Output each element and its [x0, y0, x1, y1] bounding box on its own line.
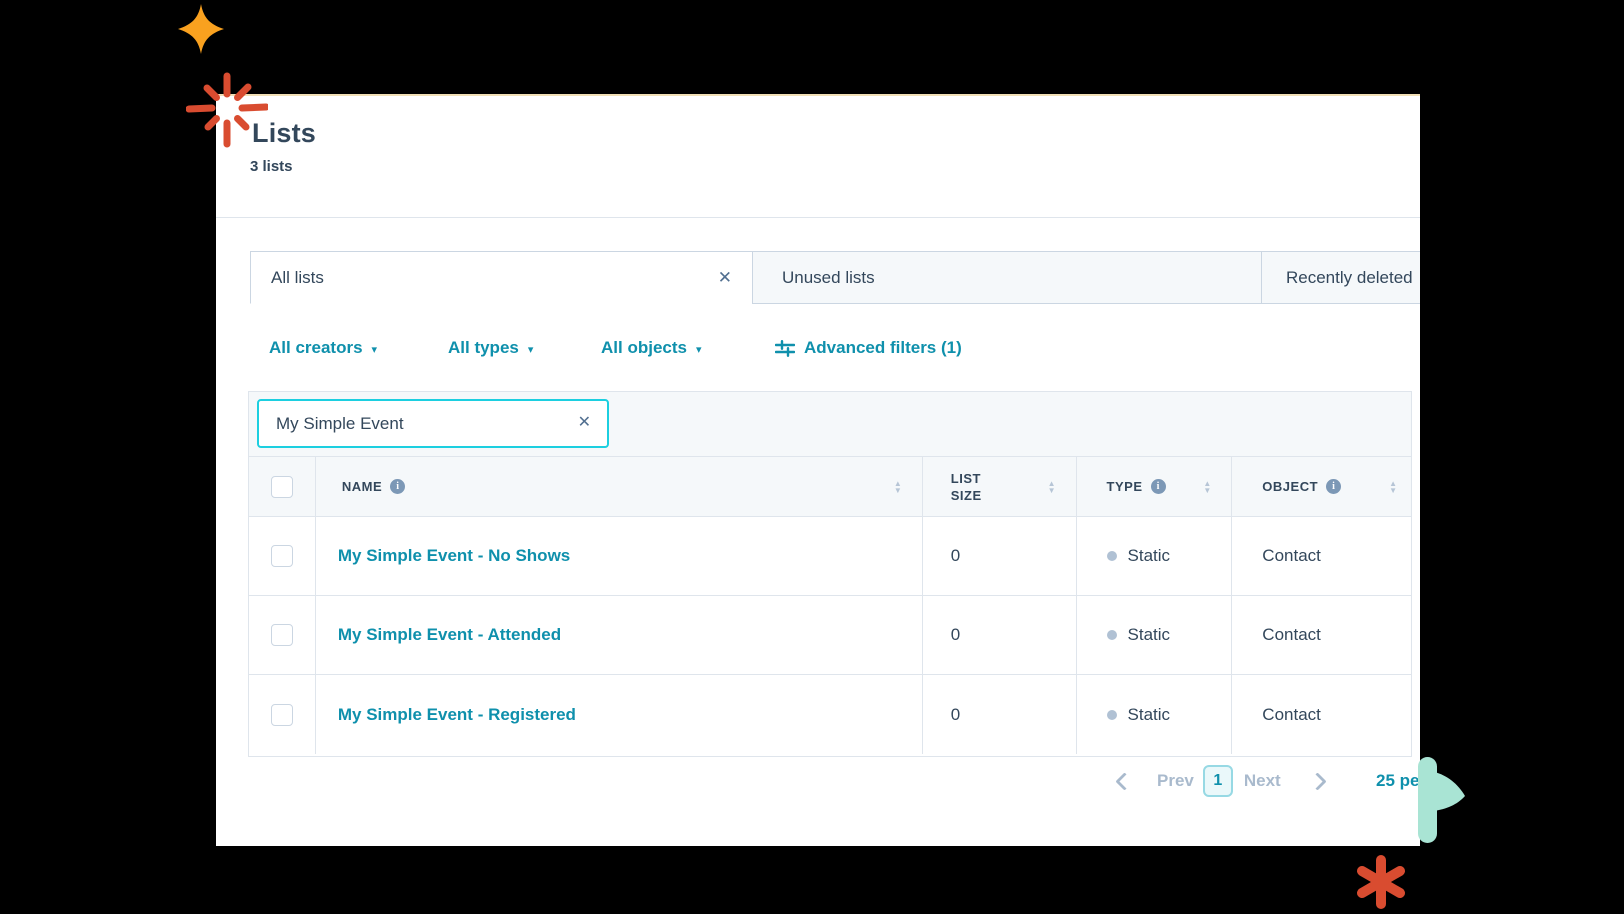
cursor-shape-icon — [1418, 757, 1465, 843]
row-checkbox[interactable] — [270, 545, 293, 567]
next-button[interactable]: Next — [1244, 771, 1281, 791]
chevron-down-icon: ▾ — [527, 343, 534, 356]
list-count: 3 lists — [250, 158, 293, 175]
list-name-link[interactable]: My Simple Event - Attended — [338, 625, 561, 645]
row-checkbox-cell — [249, 596, 316, 674]
column-object-label: OBJECT — [1262, 479, 1319, 494]
per-page-selector[interactable]: 25 per page — [1376, 762, 1420, 800]
type-cell: Static — [1077, 517, 1233, 595]
tab-all-lists[interactable]: All lists ✕ — [250, 251, 753, 304]
table-toolbar: ✕ — [249, 392, 1411, 457]
tab-recently-deleted[interactable]: Recently deleted — [1261, 251, 1420, 304]
sort-desc-icon: ▼ — [893, 485, 902, 495]
lists-tabs: All lists ✕ Unused lists Recently delete… — [250, 251, 1420, 304]
current-page-button[interactable]: 1 — [1202, 765, 1233, 797]
table-row: My Simple Event - Registered 0 Static Co… — [249, 675, 1411, 754]
list-name-link[interactable]: My Simple Event - No Shows — [338, 546, 570, 566]
static-type-dot-icon — [1106, 709, 1117, 720]
sort-desc-icon: ▼ — [1047, 485, 1056, 495]
filter-bar: All creators ▾ All types ▾ All objects ▾… — [216, 328, 1420, 368]
column-name-label: NAME — [341, 479, 383, 494]
sort-toggle[interactable]: ▲ ▼ — [1047, 479, 1056, 495]
sort-desc-icon: ▼ — [1203, 485, 1212, 495]
advanced-filters-label: Advanced filters (1) — [804, 338, 962, 357]
type-cell: Static — [1077, 596, 1233, 674]
search-input[interactable] — [257, 399, 609, 448]
static-type-dot-icon — [1106, 551, 1117, 561]
tab-all-lists-label: All lists — [271, 267, 324, 287]
chevron-right-icon[interactable] — [1308, 771, 1327, 791]
sort-desc-icon: ▼ — [1389, 485, 1398, 495]
table-row: My Simple Event - Attended 0 Static Cont… — [249, 596, 1411, 675]
sliders-icon — [775, 339, 795, 357]
static-type-dot-icon — [1106, 630, 1117, 640]
column-header-list-size[interactable]: LIST SIZE ▲ ▼ — [923, 457, 1077, 516]
asterisk-icon — [1357, 855, 1405, 909]
filter-all-creators[interactable]: All creators ▾ — [269, 328, 377, 368]
page-title: Lists — [252, 118, 317, 148]
chevron-left-icon[interactable] — [1115, 771, 1134, 791]
tab-unused-lists[interactable]: Unused lists — [752, 251, 1262, 304]
filter-all-creators-label: All creators — [269, 338, 363, 357]
column-header-type[interactable]: TYPE i ▲ ▼ — [1077, 457, 1233, 516]
canvas: Lists 3 lists All lists ✕ Unused lists R… — [0, 0, 1624, 914]
header-divider — [216, 217, 1420, 218]
info-icon[interactable]: i — [390, 479, 406, 494]
header-checkbox-cell — [249, 457, 316, 516]
name-cell: My Simple Event - Registered — [316, 675, 923, 754]
advanced-filters-button[interactable]: Advanced filters (1) — [775, 328, 962, 368]
chevron-down-icon: ▾ — [695, 343, 702, 356]
tab-unused-lists-label: Unused lists — [782, 267, 875, 287]
list-size-cell: 0 — [923, 675, 1077, 754]
row-checkbox[interactable] — [270, 624, 293, 646]
lists-table-card: ✕ NAME i ▲ ▼ LIST SIZE — [248, 391, 1412, 757]
object-cell: Contact — [1262, 704, 1321, 724]
column-header-object[interactable]: OBJECT i ▲ ▼ — [1232, 457, 1411, 516]
sort-toggle[interactable]: ▲ ▼ — [893, 479, 902, 495]
column-header-name[interactable]: NAME i ▲ ▼ — [316, 457, 923, 516]
column-list-size-label: LIST SIZE — [950, 470, 982, 503]
row-checkbox-cell — [249, 517, 316, 595]
row-checkbox-cell — [249, 675, 316, 754]
type-value: Static — [1127, 625, 1171, 644]
clear-search-icon[interactable]: ✕ — [578, 412, 591, 432]
type-cell: Static — [1077, 675, 1233, 754]
table-row: My Simple Event - No Shows 0 Static Cont… — [249, 517, 1411, 596]
list-size-cell: 0 — [923, 517, 1077, 595]
prev-button[interactable]: Prev — [1157, 771, 1194, 791]
type-value: Static — [1127, 546, 1171, 565]
type-value: Static — [1127, 704, 1171, 724]
tab-recently-deleted-label: Recently deleted — [1286, 267, 1413, 287]
name-cell: My Simple Event - No Shows — [316, 517, 923, 595]
pagination: Prev 1 Next — [1115, 762, 1327, 800]
row-checkbox[interactable] — [270, 703, 293, 726]
close-icon[interactable]: ✕ — [718, 269, 732, 286]
lists-page-panel: Lists 3 lists All lists ✕ Unused lists R… — [216, 94, 1420, 846]
column-type-label: TYPE — [1106, 479, 1143, 494]
filter-all-objects[interactable]: All objects ▾ — [601, 328, 702, 368]
sparkle-star-icon — [178, 4, 224, 54]
chevron-down-icon: ▾ — [371, 343, 378, 356]
filter-all-objects-label: All objects — [601, 338, 687, 357]
sort-toggle[interactable]: ▲ ▼ — [1389, 479, 1398, 495]
table-header-row: NAME i ▲ ▼ LIST SIZE ▲ ▼ TYPE i ▲ ▼ OBJE… — [249, 457, 1411, 517]
object-cell: Contact — [1262, 546, 1321, 565]
filter-all-types-label: All types — [448, 338, 519, 357]
search-wrap: ✕ — [257, 399, 609, 448]
list-name-link[interactable]: My Simple Event - Registered — [338, 705, 576, 725]
list-size-cell: 0 — [923, 596, 1077, 674]
name-cell: My Simple Event - Attended — [316, 596, 923, 674]
filter-all-types[interactable]: All types ▾ — [448, 328, 533, 368]
object-cell: Contact — [1262, 625, 1321, 644]
info-icon[interactable]: i — [1326, 479, 1342, 494]
info-icon[interactable]: i — [1150, 479, 1166, 494]
select-all-checkbox[interactable] — [270, 475, 293, 498]
sort-toggle[interactable]: ▲ ▼ — [1203, 479, 1212, 495]
